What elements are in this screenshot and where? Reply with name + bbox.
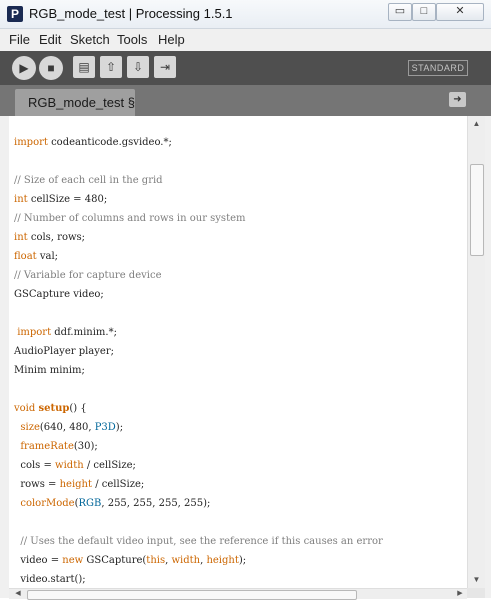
window-title: RGB_mode_test | Processing 1.5.1: [29, 6, 233, 21]
code-line: // Size of each cell in the grid: [14, 175, 163, 186]
open-button[interactable]: ⇧: [100, 56, 122, 78]
code-line: void setup() {: [14, 403, 87, 414]
export-button[interactable]: ⇥: [154, 56, 176, 78]
run-button[interactable]: ▶: [12, 56, 36, 80]
horizontal-scrollbar[interactable]: ◀ ▶: [9, 588, 467, 600]
tab-rgb-mode-test[interactable]: RGB_mode_test §: [15, 89, 135, 116]
horizontal-scroll-thumb[interactable]: [27, 590, 357, 600]
code-line: AudioPlayer player;: [14, 346, 114, 357]
menu-tools[interactable]: Tools: [117, 32, 147, 47]
code-line: float val;: [14, 251, 59, 262]
editor-gutter-right: [485, 116, 491, 598]
stop-icon: ■: [47, 61, 55, 75]
code-line: int cols, rows;: [14, 232, 86, 243]
code-line: int cellSize = 480;: [14, 194, 108, 205]
code-line: colorMode(RGB, 255, 255, 255, 255);: [20, 498, 211, 509]
mode-selector[interactable]: STANDARD: [408, 60, 468, 76]
code-line: rows = height / cellSize;: [14, 479, 145, 490]
toolbar: ▶ ■ ▤ ⇧ ⇩ ⇥ STANDARD: [0, 51, 491, 85]
code-line: // Number of columns and rows in our sys…: [14, 213, 246, 224]
window-titlebar: P RGB_mode_test | Processing 1.5.1 ▭ □ ✕: [0, 0, 491, 29]
close-button[interactable]: ✕: [436, 3, 484, 21]
new-icon: ▤: [78, 60, 90, 74]
code-editor[interactable]: import codeanticode.gsvideo.*; // Size of…: [9, 116, 467, 588]
menu-sketch[interactable]: Sketch: [70, 32, 110, 47]
new-button[interactable]: ▤: [73, 56, 95, 78]
stop-button[interactable]: ■: [39, 56, 63, 80]
code-line: frameRate(30);: [20, 441, 98, 452]
menu-file[interactable]: File: [9, 32, 30, 47]
code-line: video.start();: [14, 574, 86, 585]
minimize-button[interactable]: ▭: [388, 3, 412, 21]
menu-bar: File Edit Sketch Tools Help: [0, 29, 491, 51]
code-line: video = new GSCapture(this, width, heigh…: [14, 555, 247, 566]
vertical-scroll-thumb[interactable]: [470, 164, 484, 256]
code-line: Minim minim;: [14, 365, 85, 376]
save-button[interactable]: ⇩: [127, 56, 149, 78]
menu-help[interactable]: Help: [158, 32, 185, 47]
tab-label: RGB_mode_test §: [28, 95, 135, 110]
code-line: import codeanticode.gsvideo.*;: [14, 137, 172, 148]
code-line: // Uses the default video input, see the…: [20, 536, 383, 547]
maximize-button[interactable]: □: [412, 3, 436, 21]
code-line: cols = width / cellSize;: [14, 460, 136, 471]
vertical-scrollbar[interactable]: ▲ ▼: [467, 116, 485, 588]
save-icon: ⇩: [132, 60, 144, 74]
tab-menu-arrow-icon[interactable]: ➜: [449, 92, 466, 107]
open-icon: ⇧: [105, 60, 117, 74]
code-line: // Variable for capture device: [14, 270, 162, 281]
scroll-up-icon[interactable]: ▲: [468, 116, 485, 132]
code-line: size(640, 480, P3D);: [20, 422, 124, 433]
editor-gutter-left: [0, 116, 9, 598]
code-line: import ddf.minim.*;: [17, 327, 117, 338]
code-line: GSCapture video;: [14, 289, 104, 300]
menu-edit[interactable]: Edit: [39, 32, 61, 47]
run-icon: ▶: [19, 61, 29, 75]
tab-strip: RGB_mode_test § ➜: [0, 85, 491, 116]
scrollbar-corner: [467, 588, 485, 598]
processing-app-icon: P: [7, 6, 23, 22]
scroll-down-icon[interactable]: ▼: [468, 572, 485, 588]
export-icon: ⇥: [159, 60, 171, 74]
